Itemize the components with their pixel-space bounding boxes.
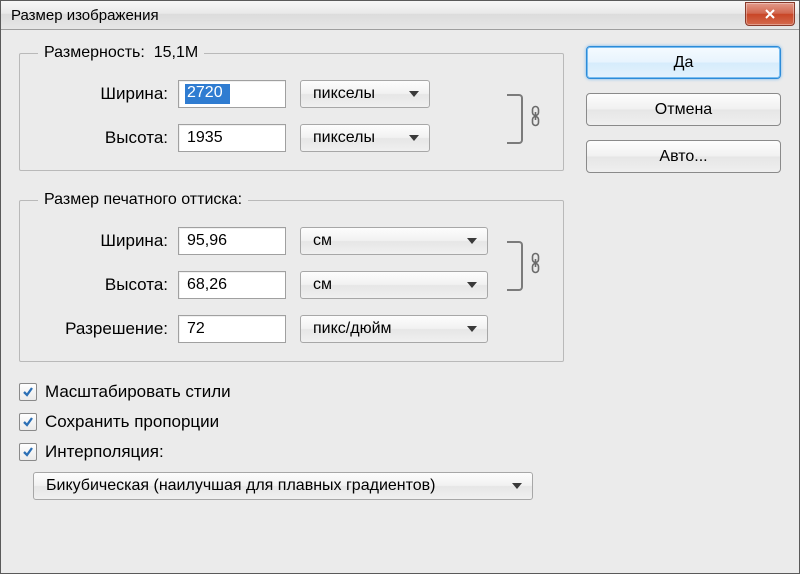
constrain-label: Сохранить пропорции [45, 412, 219, 432]
constrain-proportions-checkbox[interactable]: Сохранить пропорции [19, 412, 564, 432]
combo-text: см [313, 276, 332, 294]
interpolation-label: Интерполяция: [45, 442, 164, 462]
interpolation-method-combo[interactable]: Бикубическая (наилучшая для плавных град… [33, 472, 533, 500]
titlebar: Размер изображения [1, 1, 799, 30]
combo-text: пикселы [313, 85, 375, 103]
px-height-label: Высота: [38, 128, 168, 148]
close-button[interactable] [745, 2, 795, 26]
doc-width-label: Ширина: [38, 231, 168, 251]
chevron-down-icon [409, 91, 419, 97]
button-column: Да Отмена Авто... [586, 44, 781, 563]
combo-text: см [313, 232, 332, 250]
legend-prefix: Размерность: [44, 44, 145, 61]
combo-text: пикселы [313, 129, 375, 147]
px-width-input[interactable] [178, 80, 286, 108]
doc-height-input[interactable] [178, 271, 286, 299]
px-width-unit-combo[interactable]: пикселы [300, 80, 430, 108]
chevron-down-icon [512, 483, 522, 489]
px-width-label: Ширина: [38, 84, 168, 104]
client-area: Размерность: 15,1M Ширина: 2720 [1, 30, 799, 573]
checkbox-icon [19, 413, 37, 431]
doc-width-input[interactable] [178, 227, 286, 255]
px-height-input[interactable] [178, 124, 286, 152]
chevron-down-icon [409, 135, 419, 141]
doc-height-label: Высота: [38, 275, 168, 295]
scale-styles-checkbox[interactable]: Масштабировать стили [19, 382, 564, 402]
chevron-down-icon [467, 326, 477, 332]
doc-link-column [495, 227, 545, 343]
chevron-down-icon [467, 238, 477, 244]
resolution-unit-combo[interactable]: пикс/дюйм [300, 315, 488, 343]
doc-height-unit-combo[interactable]: см [300, 271, 488, 299]
px-height-unit-combo[interactable]: пикселы [300, 124, 430, 152]
combo-text: Бикубическая (наилучшая для плавных град… [46, 477, 435, 495]
checkbox-icon [19, 443, 37, 461]
doc-width-unit-combo[interactable]: см [300, 227, 488, 255]
pixel-size-value: 15,1M [154, 44, 198, 61]
print-size-legend: Размер печатного оттиска: [38, 191, 248, 209]
pixel-dimensions-legend: Размерность: 15,1M [38, 44, 204, 62]
chain-link-icon[interactable] [530, 252, 541, 278]
cancel-button[interactable]: Отмена [586, 93, 781, 126]
print-size-group: Размер печатного оттиска: Ширина: см [19, 191, 564, 362]
scale-styles-label: Масштабировать стили [45, 382, 231, 402]
image-size-dialog: Размер изображения Размерность: 15,1M Ши… [0, 0, 800, 574]
checkbox-icon [19, 383, 37, 401]
chain-link-icon[interactable] [530, 105, 541, 131]
pixel-dimensions-group: Размерность: 15,1M Ширина: 2720 [19, 44, 564, 171]
close-icon [764, 8, 776, 20]
resolution-label: Разрешение: [38, 319, 168, 339]
resolution-input[interactable] [178, 315, 286, 343]
window-title: Размер изображения [11, 7, 745, 24]
px-link-column [495, 80, 545, 152]
interpolation-checkbox[interactable]: Интерполяция: [19, 442, 564, 462]
main-column: Размерность: 15,1M Ширина: 2720 [19, 44, 564, 563]
auto-button[interactable]: Авто... [586, 140, 781, 173]
combo-text: пикс/дюйм [313, 320, 392, 338]
ok-button[interactable]: Да [586, 46, 781, 79]
chevron-down-icon [467, 282, 477, 288]
